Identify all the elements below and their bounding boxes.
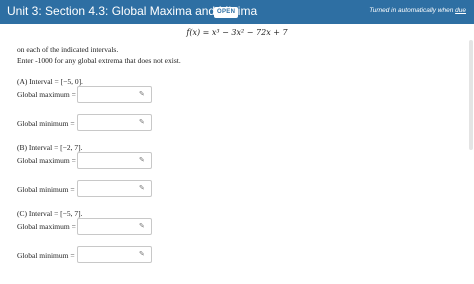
part-b-max-label: Global maximum = [17,156,76,165]
part-b-min-label: Global minimum = [17,185,75,194]
part-a-min-input[interactable]: ✎ [77,114,152,131]
pencil-icon: ✎ [139,184,145,192]
part-a-min-label: Global minimum = [17,119,75,128]
pencil-icon: ✎ [139,222,145,230]
pencil-icon: ✎ [139,118,145,126]
due-notice-text: Turned in automatically when [369,7,456,14]
part-c-max-input[interactable]: ✎ [77,218,152,235]
part-c-interval: (C) Interval = [−5, 7]. [17,209,83,218]
part-c-max-label: Global maximum = [17,222,76,231]
part-a-max-input[interactable]: ✎ [77,86,152,103]
scrollbar[interactable] [469,40,473,150]
part-b-max-input[interactable]: ✎ [77,152,152,169]
due-link[interactable]: due [455,7,466,14]
assignment-header: Unit 3: Section 4.3: Global Maxima and M… [0,0,474,24]
pencil-icon: ✎ [139,156,145,164]
part-b-interval: (B) Interval = [−2, 7]. [17,143,83,152]
function-formula: f(x) = x³ − 3x² − 72x + 7 [186,28,288,37]
part-c-min-label: Global minimum = [17,251,75,260]
pencil-icon: ✎ [139,250,145,258]
instruction-intervals: on each of the indicated intervals. [17,45,119,54]
due-notice: Turned in automatically when due [369,7,466,14]
part-a-interval: (A) Interval = [−5, 0]. [17,77,83,86]
part-a-max-label: Global maximum = [17,90,76,99]
instruction-enter: Enter -1000 for any global extrema that … [17,56,181,65]
part-c-min-input[interactable]: ✎ [77,246,152,263]
pencil-icon: ✎ [139,90,145,98]
status-badge: OPEN [214,7,239,18]
part-b-min-input[interactable]: ✎ [77,180,152,197]
